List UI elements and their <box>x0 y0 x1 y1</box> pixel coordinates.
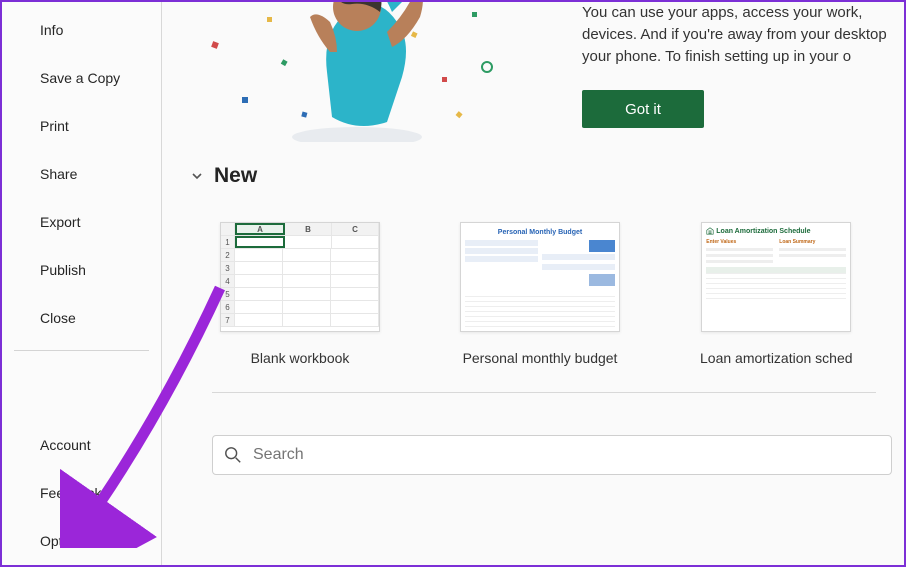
template-thumbnail: A B C 1 2 3 4 5 6 7 <box>220 222 380 332</box>
template-label: Blank workbook <box>251 350 350 366</box>
template-label: Loan amortization sched <box>700 350 853 366</box>
template-row: A B C 1 2 3 4 5 6 7 Blank workbook <box>220 222 884 366</box>
search-icon <box>213 446 253 464</box>
sidebar-item-save-copy[interactable]: Save a Copy <box>2 54 161 102</box>
search-box[interactable] <box>212 435 892 475</box>
sidebar-item-info[interactable]: Info <box>2 6 161 54</box>
new-section-title: New <box>214 164 257 188</box>
banner-illustration <box>182 2 562 142</box>
chevron-down-icon <box>190 169 204 183</box>
sidebar-item-share[interactable]: Share <box>2 150 161 198</box>
main-content: You can use your apps, access your work,… <box>162 2 904 565</box>
section-divider <box>212 392 876 393</box>
template-label: Personal monthly budget <box>463 350 618 366</box>
template-loan-amortization[interactable]: Loan Amortization Schedule Enter Values … <box>700 222 853 366</box>
new-section: New A B C 1 2 3 4 <box>162 164 904 366</box>
sidebar-item-feedback[interactable]: Feedback <box>2 469 161 517</box>
template-thumbnail: Loan Amortization Schedule Enter Values … <box>701 222 851 332</box>
sidebar-item-export[interactable]: Export <box>2 198 161 246</box>
search-row <box>162 435 904 475</box>
template-thumbnail: Personal Monthly Budget <box>460 222 620 332</box>
sidebar-item-options[interactable]: Options <box>2 517 161 565</box>
new-section-header[interactable]: New <box>190 164 884 188</box>
sidebar-divider <box>14 350 149 351</box>
sidebar-item-close[interactable]: Close <box>2 294 161 342</box>
template-blank-workbook[interactable]: A B C 1 2 3 4 5 6 7 Blank workbook <box>220 222 380 366</box>
got-it-button[interactable]: Got it <box>582 90 704 128</box>
sidebar-item-publish[interactable]: Publish <box>2 246 161 294</box>
sidebar-item-account[interactable]: Account <box>2 421 161 469</box>
banner-text: You can use your apps, access your work,… <box>582 2 904 67</box>
template-personal-budget[interactable]: Personal Monthly Budget <box>460 222 620 366</box>
backstage-sidebar: Info Save a Copy Print Share Export Publ… <box>2 2 162 565</box>
welcome-banner: You can use your apps, access your work,… <box>162 2 904 142</box>
sidebar-item-print[interactable]: Print <box>2 102 161 150</box>
search-input[interactable] <box>253 446 891 464</box>
